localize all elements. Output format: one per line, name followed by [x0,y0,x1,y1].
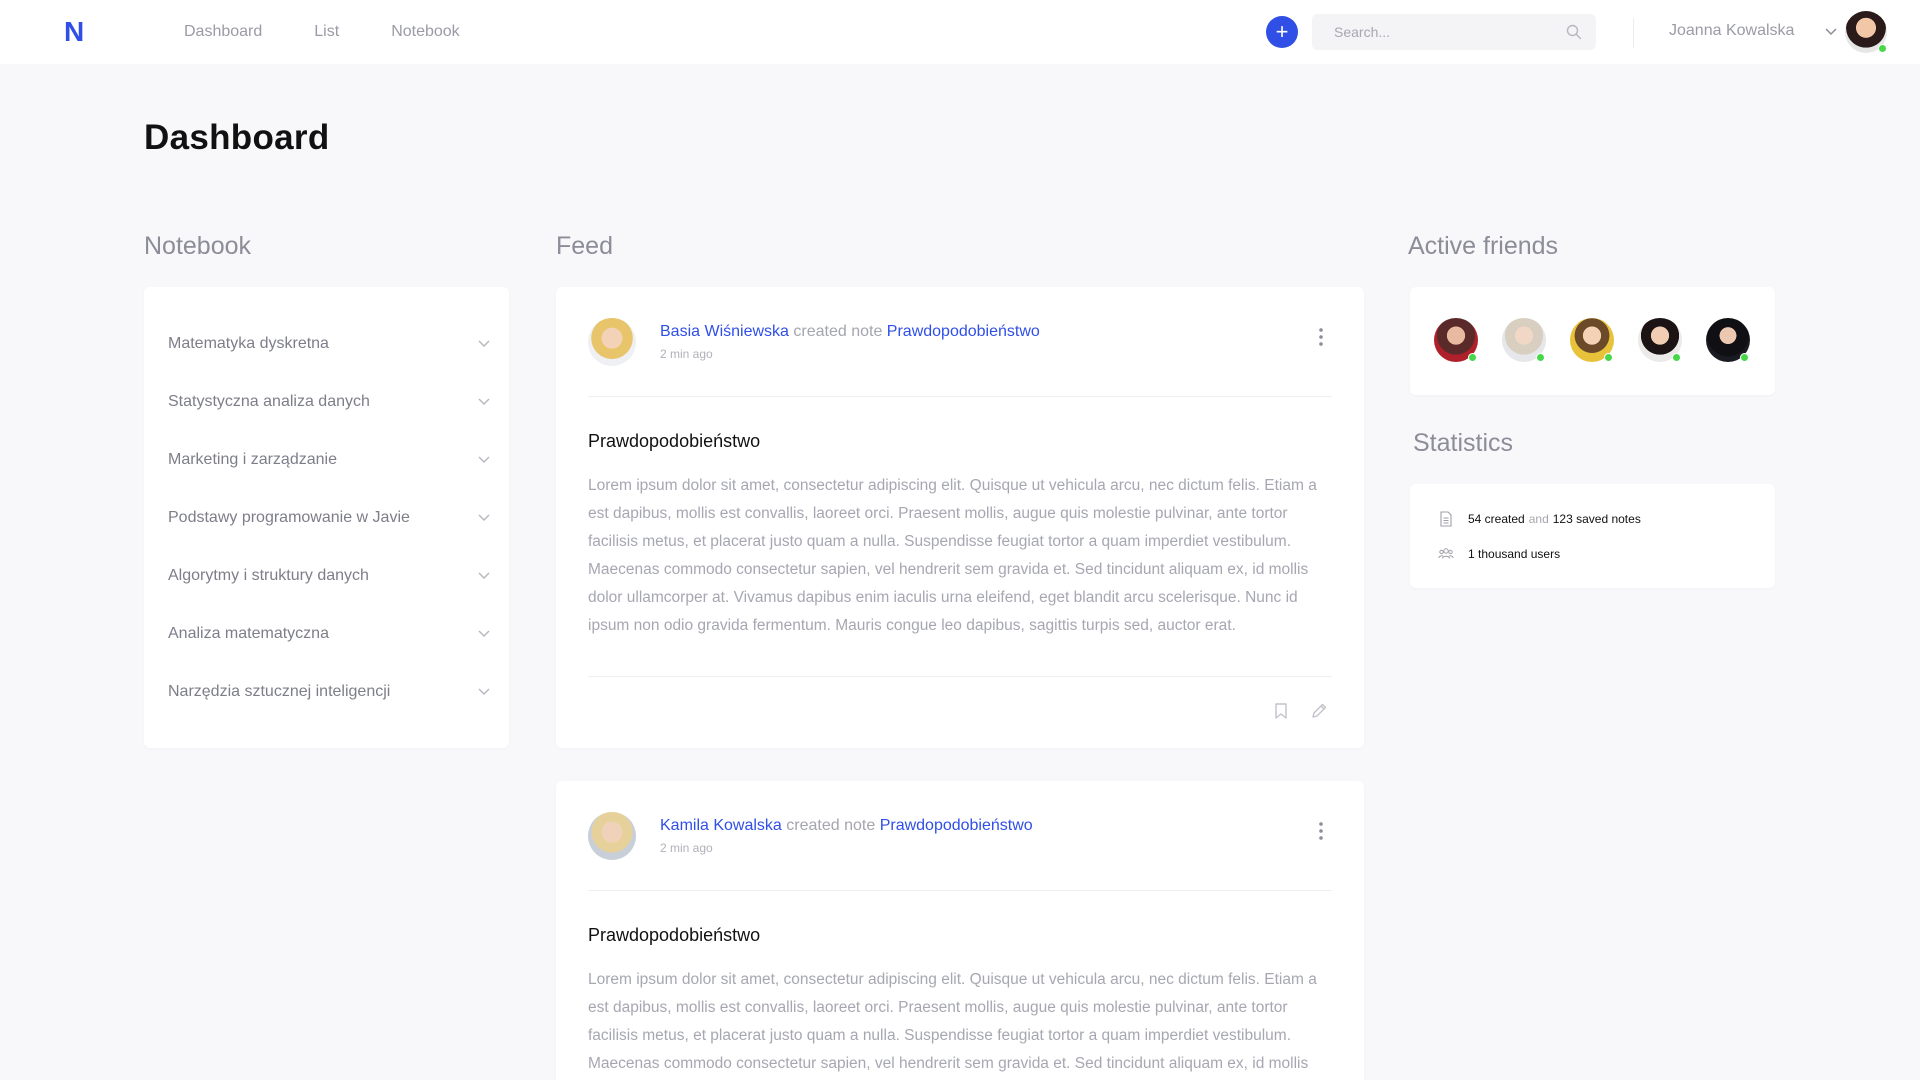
post-title: Prawdopodobieństwo [588,925,761,945]
note-link[interactable]: Prawdopodobieństwo [887,323,1040,340]
online-status-dot [1740,353,1749,362]
search-icon[interactable] [1566,24,1582,40]
online-status-dot [1604,353,1613,362]
notebook-card: Matematyka dyskretna Statystyczna analiz… [144,287,509,748]
notebook-item[interactable]: Narzędzia sztucznej inteligencji [168,680,490,704]
chevron-down-icon[interactable] [478,398,490,406]
notebook-item[interactable]: Statystyczna analiza danych [168,390,490,414]
chevron-down-icon[interactable] [478,340,490,348]
active-friends-card [1410,287,1775,395]
edit-pencil-icon[interactable] [1310,702,1328,720]
navbar-divider [1633,18,1634,48]
post-timestamp: 2 min ago [660,841,713,855]
post-divider [588,396,1332,397]
users-group-icon [1438,548,1454,559]
chevron-down-icon[interactable] [478,688,490,696]
plus-icon: + [1275,19,1289,44]
saved-count: 123 saved notes [1552,512,1641,526]
post-title: Prawdopodobieństwo [588,431,761,451]
notebook-item[interactable]: Matematyka dyskretna [168,332,490,356]
main-nav: Dashboard List Notebook [184,0,512,64]
app-logo[interactable]: N [64,18,84,46]
note-link[interactable]: Prawdopodobieństwo [880,817,1033,834]
chevron-down-icon[interactable] [478,572,490,580]
notebook-item-label: Algorytmy i struktury danych [168,567,369,584]
post-timestamp: 2 min ago [660,347,713,361]
bookmark-icon[interactable] [1272,702,1290,720]
online-status-dot [1468,353,1477,362]
feed-post: Basia Wiśniewska created note Prawdopodo… [556,287,1364,748]
document-icon [1440,511,1452,527]
nav-list[interactable]: List [314,23,339,41]
statistics-card: 54 created and 123 saved notes 1 thousan… [1410,484,1775,588]
notebook-item-label: Matematyka dyskretna [168,335,329,352]
post-header: Basia Wiśniewska created note Prawdopodo… [660,323,1040,341]
notebook-item-label: Analiza matematyczna [168,625,329,642]
notebook-item[interactable]: Algorytmy i struktury danych [168,564,490,588]
post-header: Kamila Kowalska created note Prawdopodob… [660,817,1033,835]
post-action-text: created note [786,817,876,834]
chevron-down-icon[interactable] [1824,27,1838,37]
created-count: 54 created [1468,512,1525,526]
users-stat-row: 1 thousand users [1438,546,1560,562]
and-text: and [1528,512,1549,526]
post-body: Lorem ipsum dolor sit amet, consectetur … [588,971,1317,1072]
post-body: Lorem ipsum dolor sit amet, consectetur … [588,477,1317,634]
notebook-item-label: Marketing i zarządzanie [168,451,337,468]
chevron-down-icon[interactable] [478,456,490,464]
feed-section-title: Feed [556,232,613,260]
notebook-item[interactable]: Podstawy programowanie w Javie [168,506,490,530]
post-action-text: created note [793,323,883,340]
post-divider [588,676,1332,677]
more-options-icon[interactable] [1318,821,1324,841]
statistics-section-title: Statistics [1413,429,1514,457]
author-avatar[interactable] [588,812,636,860]
online-status-dot [1536,353,1545,362]
nav-dashboard[interactable]: Dashboard [184,23,262,41]
notebook-item-label: Statystyczna analiza danych [168,393,370,410]
add-note-button[interactable]: + [1266,16,1298,48]
notebook-item-label: Podstawy programowanie w Javie [168,509,410,526]
search-box [1312,14,1596,50]
search-input[interactable] [1334,14,1554,50]
author-avatar[interactable] [588,318,636,366]
user-name[interactable]: Joanna Kowalska [1669,22,1794,40]
users-count: 1 thousand users [1468,547,1561,561]
notebook-section-title: Notebook [144,232,252,260]
author-link[interactable]: Kamila Kowalska [660,817,782,834]
notes-stat-row: 54 created and 123 saved notes [1438,511,1641,527]
online-status-dot [1672,353,1681,362]
author-link[interactable]: Basia Wiśniewska [660,323,789,340]
chevron-down-icon[interactable] [478,630,490,638]
chevron-down-icon[interactable] [478,514,490,522]
top-navbar: N Dashboard List Notebook + Joanna Kowal… [0,0,1920,64]
post-divider [588,890,1332,891]
notebook-item[interactable]: Marketing i zarządzanie [168,448,490,472]
notebook-item-label: Narzędzia sztucznej inteligencji [168,683,391,700]
page-title: Dashboard [144,118,330,157]
nav-notebook[interactable]: Notebook [391,23,460,41]
friends-section-title: Active friends [1408,232,1559,260]
feed-post: Kamila Kowalska created note Prawdopodob… [556,781,1364,1080]
online-status-dot [1878,44,1887,53]
notebook-item[interactable]: Analiza matematyczna [168,622,490,646]
more-options-icon[interactable] [1318,327,1324,347]
